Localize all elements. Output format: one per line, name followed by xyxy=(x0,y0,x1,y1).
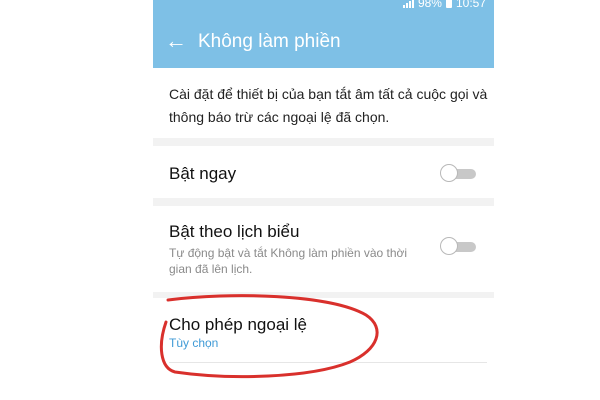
switch-thumb xyxy=(440,237,458,255)
scheduled-summary: Tự động bật và tắt Không làm phiền vào t… xyxy=(169,246,408,276)
app-bar: ← Không làm phiền xyxy=(153,14,494,68)
switch-thumb xyxy=(440,164,458,182)
scheduled-switch[interactable] xyxy=(440,237,476,255)
battery-icon xyxy=(445,0,452,8)
back-arrow-icon[interactable]: ← xyxy=(165,28,187,54)
exceptions-label: Cho phép ngoại lệ xyxy=(169,315,308,334)
scheduled-label: Bật theo lịch biểu xyxy=(169,222,300,241)
turn-on-now-row[interactable]: Bật ngay xyxy=(153,146,494,198)
scheduled-row[interactable]: Bật theo lịch biểu Tự động bật và tắt Kh… xyxy=(153,206,494,292)
exceptions-row[interactable]: Cho phép ngoại lệ Tùy chọn xyxy=(153,298,494,400)
turn-on-now-label: Bật ngay xyxy=(169,164,237,183)
status-bar: 98% 10:57 xyxy=(153,0,494,14)
description-card: Cài đặt để thiết bị của bạn tắt âm tất c… xyxy=(153,68,494,138)
phone-screen: 98% 10:57 ← Không làm phiền Cài đặt để t… xyxy=(153,0,494,400)
clock: 10:57 xyxy=(455,0,486,10)
turn-on-now-switch[interactable] xyxy=(440,164,476,182)
exceptions-summary: Tùy chọn xyxy=(169,336,219,350)
battery-percent: 98% xyxy=(417,0,442,10)
page-title: Không làm phiền xyxy=(198,31,341,52)
description-text: Cài đặt để thiết bị của bạn tắt âm tất c… xyxy=(169,86,488,125)
signal-icon xyxy=(402,0,414,8)
status-icons: 98% 10:57 xyxy=(402,0,486,11)
row-divider xyxy=(169,362,487,363)
